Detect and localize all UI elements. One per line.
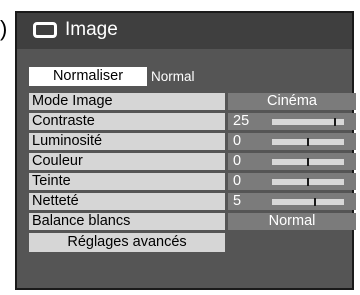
normaliser-button[interactable]: Normaliser: [29, 67, 147, 86]
list-marker: ): [0, 16, 8, 41]
osd-header: Image: [17, 13, 352, 49]
nettete-value: 5: [233, 193, 242, 209]
menu-row-teinte[interactable]: Teinte 0: [29, 173, 356, 190]
couleur-slider[interactable]: [272, 158, 344, 166]
menu-row-nettete[interactable]: Netteté 5: [29, 193, 356, 210]
teinte-value: 0: [233, 173, 242, 189]
couleur-label: Couleur: [29, 153, 225, 170]
normaliser-status: Normal: [151, 69, 195, 84]
teinte-control[interactable]: 0: [228, 173, 356, 190]
contraste-slider-thumb[interactable]: [334, 118, 336, 126]
mode-image-label: Mode Image: [29, 93, 225, 110]
screen: ) Image Normaliser Normal Mode Image Cin…: [0, 0, 360, 295]
nettete-control[interactable]: 5: [228, 193, 356, 210]
nettete-label: Netteté: [29, 193, 225, 210]
couleur-slider-thumb[interactable]: [307, 158, 309, 166]
mode-image-value[interactable]: Cinéma: [228, 93, 356, 110]
advanced-settings-button[interactable]: Réglages avancés: [29, 233, 225, 252]
luminosite-label: Luminosité: [29, 133, 225, 150]
teinte-slider[interactable]: [272, 178, 344, 186]
balance-blancs-value[interactable]: Normal: [228, 213, 356, 230]
luminosite-value: 0: [233, 133, 242, 149]
menu-row-mode-image[interactable]: Mode Image Cinéma: [29, 93, 356, 110]
contraste-slider[interactable]: [272, 118, 344, 126]
menu-row-luminosite[interactable]: Luminosité 0: [29, 133, 356, 150]
balance-blancs-label: Balance blancs: [29, 213, 225, 230]
luminosite-slider[interactable]: [272, 138, 344, 146]
luminosite-control[interactable]: 0: [228, 133, 356, 150]
teinte-label: Teinte: [29, 173, 225, 190]
osd-panel: Image Normaliser Normal Mode Image Ciném…: [15, 11, 356, 290]
teinte-slider-thumb[interactable]: [307, 178, 309, 186]
nettete-slider[interactable]: [272, 198, 344, 206]
menu-row-contraste[interactable]: Contraste 25: [29, 113, 356, 130]
contraste-value: 25: [233, 113, 250, 129]
image-menu: Normaliser Normal Mode Image Cinéma Cont…: [17, 49, 356, 288]
menu-row-couleur[interactable]: Couleur 0: [29, 153, 356, 170]
couleur-value: 0: [233, 153, 242, 169]
luminosite-slider-thumb[interactable]: [307, 138, 309, 146]
contraste-label: Contraste: [29, 113, 225, 130]
contraste-control[interactable]: 25: [228, 113, 356, 130]
screen-icon: [33, 22, 57, 38]
nettete-slider-thumb[interactable]: [314, 198, 316, 206]
menu-row-balance-blancs[interactable]: Balance blancs Normal: [29, 213, 356, 230]
page-title: Image: [65, 19, 118, 40]
couleur-control[interactable]: 0: [228, 153, 356, 170]
